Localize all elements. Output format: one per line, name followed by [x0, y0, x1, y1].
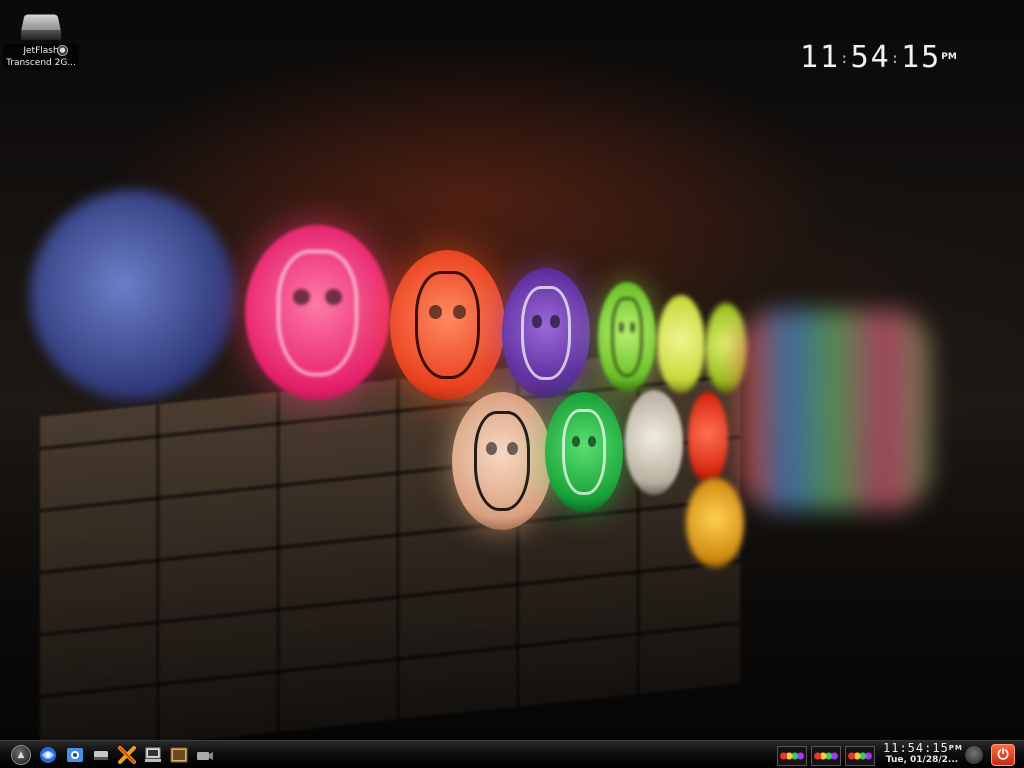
wallpaper-lantern-red: [390, 250, 505, 400]
network-icon: [67, 748, 83, 762]
launcher-computer[interactable]: [142, 744, 164, 766]
desktop-icon-label-line2: Transcend 2G...: [6, 58, 76, 68]
power-icon: ⏻: [997, 747, 1009, 763]
wallpaper-lantern-yellow-green: [657, 295, 705, 393]
launcher-image-viewer[interactable]: [168, 744, 190, 766]
wallpaper-lantern-gold: [686, 478, 744, 568]
crossover-icon: [118, 746, 136, 764]
launcher-crossover[interactable]: [116, 744, 138, 766]
launcher-drive[interactable]: [90, 744, 112, 766]
tray-clock-time-value: 11:54:15: [883, 741, 949, 755]
wallpaper-lantern-white: [625, 390, 683, 495]
wallpaper-lantern-far-row: [740, 310, 930, 510]
wallpaper-lantern-green: [545, 392, 623, 512]
usb-drive-icon: [19, 12, 63, 42]
kmenu-icon: ▲: [11, 745, 31, 765]
computer-icon: [145, 747, 161, 762]
tray-clock[interactable]: 11:54:15PM Tue, 01/28/2...: [883, 741, 963, 766]
launcher-konqueror[interactable]: [37, 744, 59, 766]
tray-clock-ampm: PM: [948, 744, 963, 752]
clock-separator: :: [840, 50, 851, 67]
tray-clock-time: 11:54:15PM: [883, 741, 963, 755]
drive-icon: [94, 751, 108, 760]
wallpaper-lantern-beige: [452, 392, 552, 530]
desktop-clock-widget: 11:54:15PM: [800, 40, 957, 75]
desktop-2-thumbnail[interactable]: [811, 746, 841, 766]
mounted-badge-icon: ●: [57, 45, 68, 56]
konqueror-icon: [40, 747, 56, 763]
launcher-camera[interactable]: [194, 744, 216, 766]
desktop-background[interactable]: ● JetFlash Transcend 2G... 11:54:15PM: [0, 0, 1024, 740]
clock-seconds: 15: [901, 40, 942, 75]
wallpaper-lantern-blue: [30, 190, 235, 400]
image-viewer-icon: [170, 747, 188, 763]
power-button[interactable]: ⏻: [991, 744, 1015, 766]
taskbar: ▲ 11:54:15PM Tue, 01/28/2... ⏻: [0, 740, 1024, 768]
desktop-3-thumbnail[interactable]: [845, 746, 875, 766]
clock-hours: 11: [800, 40, 841, 75]
clock-minutes: 54: [850, 40, 891, 75]
desktop-icon-usb-drive[interactable]: ● JetFlash Transcend 2G...: [0, 8, 82, 80]
launcher-network[interactable]: [64, 744, 86, 766]
clock-ampm: PM: [941, 52, 957, 62]
wallpaper-lantern-pink: [245, 225, 390, 400]
user-face-icon[interactable]: [965, 746, 983, 764]
kmenu-button[interactable]: ▲: [10, 744, 32, 766]
camera-icon: [197, 752, 213, 760]
wallpaper-lantern-orange: [688, 392, 728, 484]
tray-clock-date: Tue, 01/28/2...: [885, 755, 959, 765]
wallpaper-lantern-lime: [598, 282, 656, 392]
wallpaper-lantern-purple: [502, 268, 590, 398]
desktop-1-thumbnail[interactable]: [777, 746, 807, 766]
clock-separator: :: [890, 50, 902, 67]
